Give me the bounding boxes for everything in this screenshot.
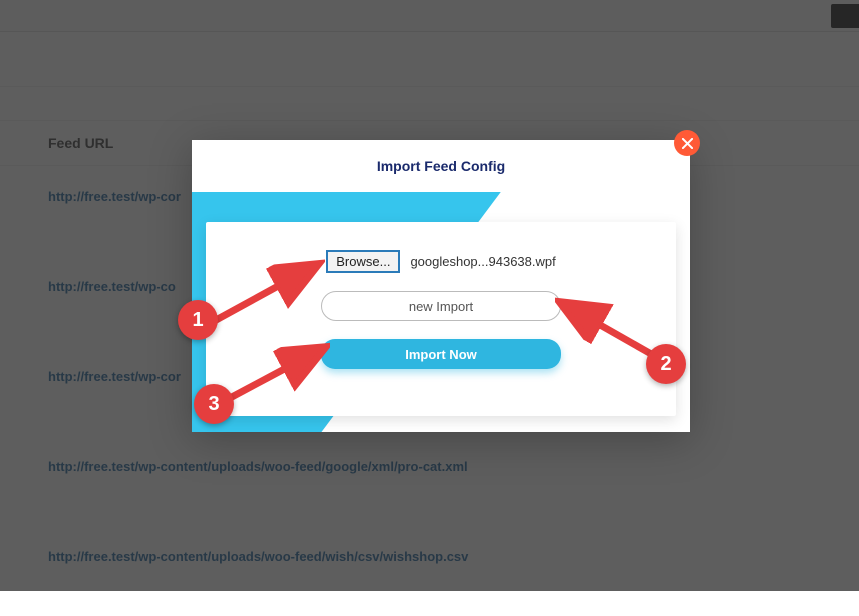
browse-button[interactable]: Browse... [326,250,400,273]
modal-body: Browse... googleshop...943638.wpf Import… [192,192,690,432]
close-icon [682,138,693,149]
close-button[interactable] [674,130,700,156]
inner-card: Browse... googleshop...943638.wpf Import… [206,222,676,416]
file-picker-row: Browse... googleshop...943638.wpf [326,250,555,273]
selected-file-name: googleshop...943638.wpf [410,254,555,269]
import-now-button[interactable]: Import Now [321,339,561,369]
import-feed-modal: Import Feed Config Browse... googleshop.… [192,140,690,432]
import-name-input[interactable] [321,291,561,321]
modal-title: Import Feed Config [192,140,690,192]
